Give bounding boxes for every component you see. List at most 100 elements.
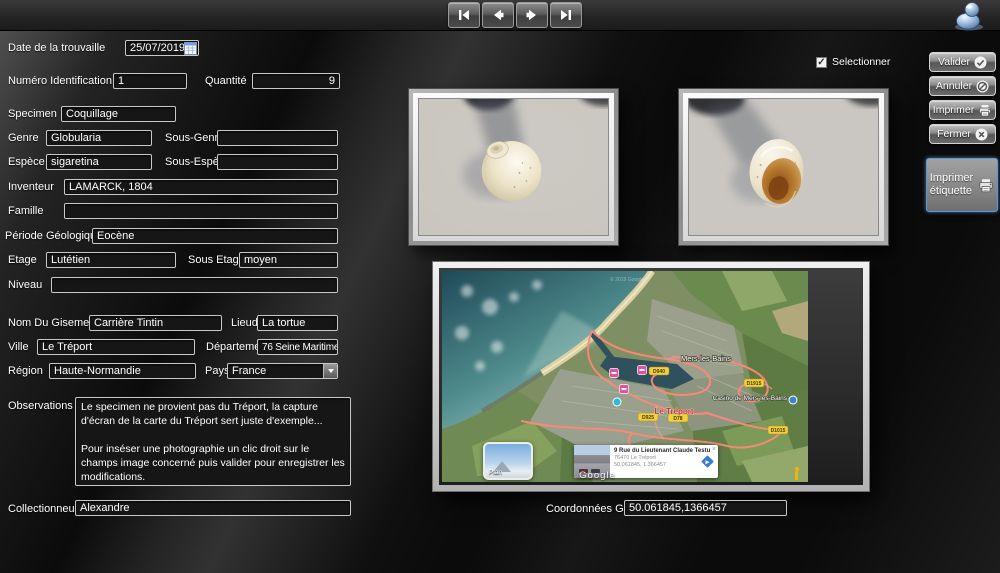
date-label: Date de la trouvaille [8,42,105,54]
espece-label: Espèce [8,156,45,168]
photo-matte [683,93,884,241]
printer-icon [978,104,992,117]
selectionner-checkbox[interactable]: ✓ [816,57,827,68]
road-badge: D925 [642,415,654,421]
map-photo-frame: D940 D1915 D925 D78 D926 D1015 [432,261,870,492]
collectionneur-input[interactable]: Alexandre [75,500,351,516]
collectionneur-label: Collectionneur [8,503,78,515]
genre-label: Genre [8,132,39,144]
info-card-title: 9 Rue du Lieutenant Claude Testu [614,448,716,455]
ville-input[interactable]: Le Tréport [37,339,195,355]
observations-label: Observations [8,400,73,412]
shell-aperture-view-image[interactable] [688,98,879,236]
calendar-icon[interactable] [184,42,197,56]
last-record-button[interactable] [550,2,582,28]
road-badge: D1915 [747,381,762,387]
record-navigation [448,2,582,28]
shell-top-view-image[interactable] [418,98,609,236]
valider-label: Valider [938,56,970,68]
date-value: 25/07/2019 [130,42,185,54]
dropdown-arrow-icon[interactable] [323,364,337,378]
road-badge: D1015 [771,428,786,434]
pays-label: Pays [205,365,229,377]
specimen-label: Specimen [8,108,57,120]
genre-input[interactable]: Globularia [46,130,152,146]
famille-label: Famille [8,205,43,217]
specimen-photo-2[interactable] [678,88,889,246]
road-badge: D940 [653,369,665,375]
region-input[interactable]: Haute-Normandie [49,363,196,379]
fermer-label: Fermer [937,128,971,140]
numero-label: Numéro Identification [8,75,112,87]
info-card-coordinates: 50.061845, 1.366457 [614,462,716,469]
map-label-casino: Casino de Mers-les-Bains [713,395,788,402]
cancel-icon [976,80,989,93]
first-record-icon [455,6,473,24]
annuler-button[interactable]: Annuler [929,76,996,96]
region-label: Région [8,365,43,377]
specimen-photo-1[interactable] [408,88,619,246]
printer-icon [978,178,994,193]
date-input[interactable]: 25/07/2019 [125,40,199,56]
previous-record-button[interactable] [482,2,514,28]
espece-input[interactable]: sigaretina [46,154,152,170]
next-record-button[interactable] [516,2,548,28]
imprimer-etiquette-button[interactable]: Imprimer étiquette [926,158,998,212]
road-badge: D78 [673,416,682,422]
google-watermark: Google [442,470,753,481]
valider-button[interactable]: Valider [929,52,996,72]
first-record-button[interactable] [448,2,480,28]
pays-select[interactable]: France [227,363,338,379]
lieudit-input[interactable]: La tortue [257,315,338,331]
last-record-icon [557,6,575,24]
sous-espece-input[interactable] [217,154,338,170]
etage-label: Etage [8,254,37,266]
observations-textarea[interactable]: Le specimen ne provient pas du Tréport, … [75,397,351,486]
record-window: Date de la trouvaille 25/07/2019 Numéro … [0,0,1000,573]
inventeur-label: Inventeur [8,181,54,193]
top-toolbar [0,0,1000,31]
map-copyright: © 2019 Google [610,276,644,283]
sous-genre-input[interactable] [217,130,338,146]
annuler-label: Annuler [936,80,972,92]
selectionner-checkbox-row: ✓ Selectionner [816,56,890,68]
quantite-label: Quantité [205,75,247,87]
user-icon[interactable] [948,1,992,36]
imprimer-etiquette-label: Imprimer étiquette [930,172,973,198]
map-inner-area: D940 D1915 D925 D78 D926 D1015 [439,268,863,485]
sous-genre-label: Sous-Genre [165,132,224,144]
famille-input[interactable] [64,203,338,219]
fermer-button[interactable]: Fermer [929,124,996,144]
info-card-close-icon[interactable]: × [712,446,716,453]
sous-etage-input[interactable]: moyen [239,252,338,268]
selectionner-label: Selectionner [832,56,890,68]
pays-value: France [232,365,266,377]
gisement-label: Nom Du Gisement [8,317,98,329]
gisement-input[interactable]: Carrière Tintin [89,315,222,331]
map-label-le-treport: Le Tréport [654,407,693,416]
numero-input[interactable]: 1 [113,73,187,89]
specimen-input[interactable]: Coquillage [61,106,176,122]
sous-etage-label: Sous Etage [188,254,245,266]
previous-record-icon [489,6,507,24]
periode-label: Période Géologique [5,230,102,242]
map-label-mers-les-bains: Mers-les-Bains [681,354,731,363]
inventeur-input[interactable]: LAMARCK, 1804 [64,179,338,195]
poi-marker-blue[interactable] [789,396,797,404]
imprimer-label: Imprimer [933,104,974,116]
etage-input[interactable]: Lutétien [46,252,176,268]
close-icon [975,128,988,141]
quantite-input[interactable]: 9 [252,73,340,89]
poi-marker-cyan[interactable] [613,398,621,406]
departement-input[interactable]: 76 Seine Maritime [257,339,338,355]
check-icon [974,56,987,69]
periode-input[interactable]: Eocène [92,228,338,244]
photo-matte [413,93,614,241]
imprimer-button[interactable]: Imprimer [929,100,996,120]
niveau-label: Niveau [8,279,42,291]
map-image[interactable]: D940 D1915 D925 D78 D926 D1015 [442,271,808,482]
niveau-input[interactable] [51,277,338,293]
gps-input[interactable]: 50.061845,1366457 [624,500,787,516]
next-record-icon [523,6,541,24]
pegman-icon[interactable] [793,467,800,480]
